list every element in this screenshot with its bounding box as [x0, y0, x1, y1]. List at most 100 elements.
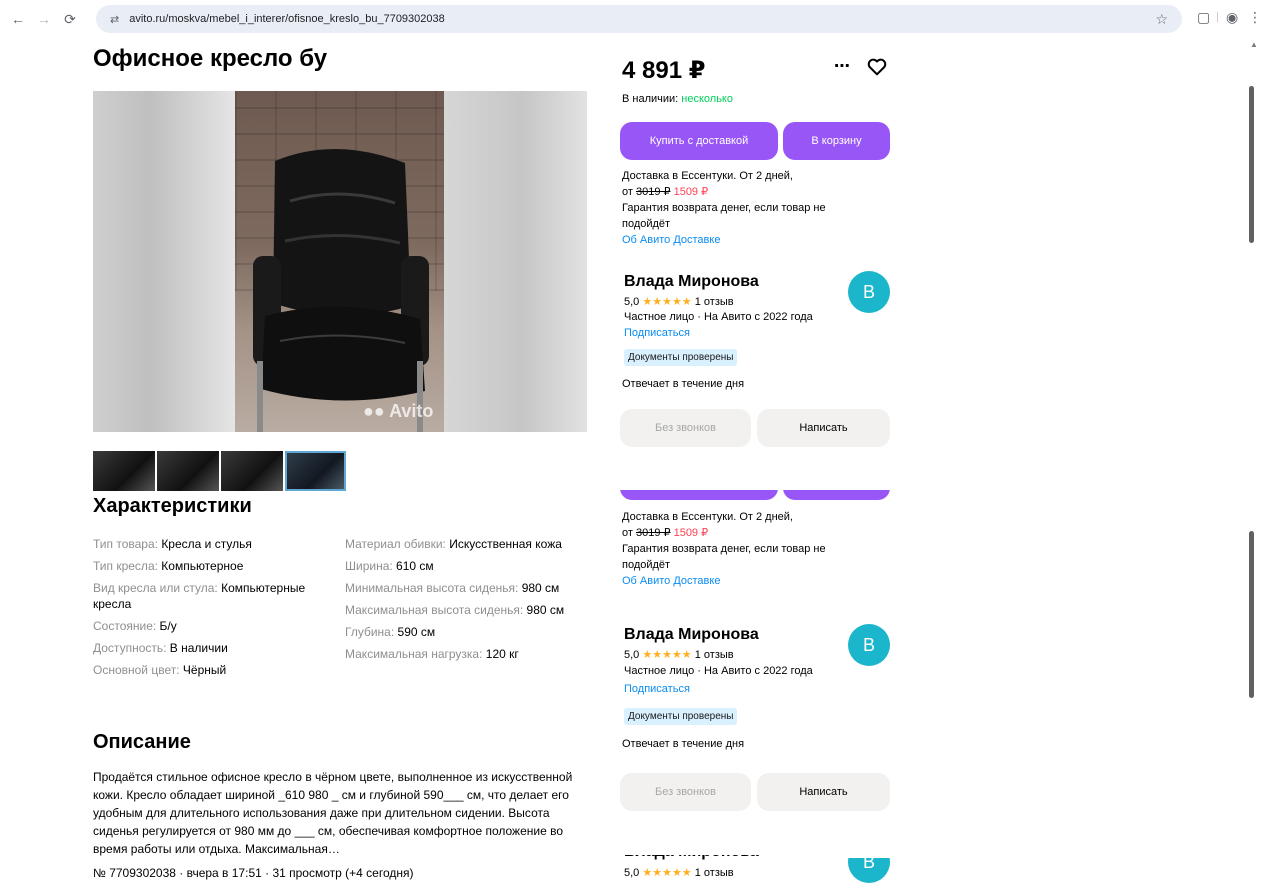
no-calls-button-sticky[interactable]: Без звонков — [620, 773, 751, 811]
listing-meta: № 7709302038 · вчера в 17:51 · 31 просмо… — [93, 866, 414, 880]
spec-row: Состояние: Б/у — [93, 618, 333, 634]
spec-row: Материал обивки: Искусственная кожа — [345, 536, 590, 552]
seller-avatar[interactable]: В — [848, 271, 890, 313]
spec-key: Материал обивки: — [345, 537, 450, 551]
add-to-cart-button[interactable]: В корзину — [783, 122, 890, 160]
delivery-new-price: 1509 ₽ — [673, 186, 709, 198]
scroll-up-arrow-icon[interactable]: ▲ — [1250, 40, 1258, 49]
address-bar[interactable]: ⇄ avito.ru/moskva/mebel_i_interer/ofisno… — [96, 5, 1182, 33]
seller-name-clip: Влада Миронова — [624, 855, 884, 861]
specs-right-column: Материал обивки: Искусственная кожа Шири… — [345, 536, 590, 668]
spec-value: 120 кг — [485, 647, 519, 661]
rating-stars-icon: ★★★★★ — [642, 296, 692, 308]
seller-rating-partial: 5,0 ★★★★★ 1 отзыв — [624, 866, 734, 879]
menu-icon[interactable]: ⋮ — [1248, 9, 1262, 26]
specs-heading: Характеристики — [93, 495, 252, 517]
guarantee-text: Гарантия возврата денег, если товар не п… — [622, 543, 826, 571]
spec-key: Глубина: — [345, 625, 398, 639]
spec-key: Основной цвет: — [93, 663, 183, 677]
specs-left-column: Тип товара: Кресла и стулья Тип кресла: … — [93, 536, 333, 684]
spec-value: Чёрный — [182, 663, 227, 677]
delivery-old-price: 3019 ₽ — [635, 186, 671, 198]
buy-with-delivery-button[interactable]: Купить с доставкой — [620, 122, 778, 160]
description-text: Продаётся стильное офисное кресло в чёрн… — [93, 770, 573, 856]
sticky-buttons-clip — [618, 490, 892, 500]
rating-stars-icon: ★★★★★ — [642, 649, 692, 661]
thumbnail-strip — [93, 451, 346, 491]
seller-name[interactable]: Влада Миронова — [624, 273, 759, 291]
thumbnail-3[interactable] — [221, 451, 283, 491]
documents-verified-badge: Документы проверены — [624, 349, 738, 366]
delivery-from: от — [622, 527, 636, 539]
chair-illustration — [253, 148, 429, 432]
spec-key: Доступность: — [93, 641, 170, 655]
listing-title: Офисное кресло бу — [93, 45, 328, 72]
scrollbar-thumb[interactable] — [1249, 86, 1254, 243]
guarantee-text: Гарантия возврата денег, если товар не п… — [622, 202, 826, 230]
rating-value: 5,0 — [624, 296, 640, 308]
photo-gallery[interactable]: ●● Avito — [93, 91, 587, 432]
spec-row: Тип товара: Кресла и стулья — [93, 536, 333, 552]
back-icon[interactable]: ← — [8, 9, 28, 29]
rating-value: 5,0 — [624, 649, 640, 661]
seller-type-sticky: Частное лицо · На Авито с 2022 года — [624, 665, 813, 677]
spec-row: Максимальная высота сиденья: 980 см — [345, 602, 590, 618]
delivery-price-line: от 3019 ₽ 1509 ₽ — [622, 525, 862, 541]
seller-type: Частное лицо · На Авито с 2022 года — [624, 311, 813, 323]
reload-icon[interactable]: ⟳ — [60, 9, 80, 29]
response-time: Отвечает в течение дня — [622, 378, 745, 390]
seller-rating[interactable]: 5,0 ★★★★★ 1 отзыв — [624, 295, 734, 308]
bookmark-star-icon[interactable]: ☆ — [1155, 11, 1168, 28]
spec-row: Глубина: 590 см — [345, 624, 590, 640]
seller-avatar-partial[interactable]: В — [848, 858, 890, 883]
rating-value: 5,0 — [624, 867, 640, 879]
subscribe-link[interactable]: Подписаться — [624, 327, 690, 339]
spec-key: Минимальная высота сиденья: — [345, 581, 522, 595]
spec-value: Искусственная кожа — [449, 537, 562, 551]
spec-row: Вид кресла или стула: Компьютерные кресл… — [93, 580, 333, 612]
scrollbar-thumb-secondary[interactable] — [1249, 531, 1254, 698]
spec-value: 980 см — [526, 603, 565, 617]
delivery-line: Доставка в Ессентуки. От 2 дней, — [622, 511, 793, 523]
price: 4 891 ₽ — [622, 57, 706, 84]
spec-value: 610 см — [396, 559, 434, 573]
reviews-count: 1 отзыв — [694, 867, 734, 879]
extensions-icon[interactable]: ▢ — [1197, 9, 1210, 26]
thumbnail-4[interactable] — [285, 451, 346, 491]
availability: В наличии: несколько — [622, 93, 733, 105]
about-delivery-link[interactable]: Об Авито Доставке — [622, 573, 862, 589]
write-message-button-sticky[interactable]: Написать — [757, 773, 890, 811]
more-options-icon[interactable]: ⋯ — [834, 56, 851, 76]
delivery-from: от — [622, 186, 636, 198]
delivery-info: Доставка в Ессентуки. От 2 дней, от 3019… — [622, 168, 862, 248]
url-text[interactable]: avito.ru/moskva/mebel_i_interer/ofisnoe_… — [129, 13, 445, 25]
add-to-cart-button-sticky[interactable] — [783, 490, 890, 500]
profile-icon[interactable]: ◉ — [1226, 9, 1238, 26]
spec-value: 590 см — [397, 625, 436, 639]
seller-name-sticky[interactable]: Влада Миронова — [624, 626, 759, 644]
seller-avatar-sticky[interactable]: В — [848, 624, 890, 666]
subscribe-link-sticky[interactable]: Подписаться — [624, 683, 690, 695]
main-photo[interactable]: ●● Avito — [235, 91, 444, 432]
spec-row: Основной цвет: Чёрный — [93, 662, 333, 678]
delivery-old-price: 3019 ₽ — [635, 527, 671, 539]
spec-row: Максимальная нагрузка: 120 кг — [345, 646, 590, 662]
thumbnail-2[interactable] — [157, 451, 219, 491]
spec-value: Компьютерное — [161, 559, 244, 573]
availability-value: несколько — [681, 93, 733, 105]
thumbnail-1[interactable] — [93, 451, 155, 491]
rating-stars-icon: ★★★★★ — [642, 867, 692, 879]
spec-value: В наличии — [169, 641, 228, 655]
avatar-clip: В — [848, 858, 890, 883]
about-delivery-link[interactable]: Об Авито Доставке — [622, 232, 862, 248]
spec-key: Вид кресла или стула: — [93, 581, 222, 595]
spec-row: Ширина: 610 см — [345, 558, 590, 574]
no-calls-button[interactable]: Без звонков — [620, 409, 751, 447]
seller-rating-sticky[interactable]: 5,0 ★★★★★ 1 отзыв — [624, 648, 734, 661]
buy-with-delivery-button-sticky[interactable] — [620, 490, 778, 500]
forward-icon[interactable]: → — [34, 9, 54, 29]
spec-key: Ширина: — [345, 559, 397, 573]
favorite-heart-icon[interactable] — [866, 56, 888, 78]
write-message-button[interactable]: Написать — [757, 409, 890, 447]
site-settings-icon[interactable]: ⇄ — [110, 13, 119, 26]
